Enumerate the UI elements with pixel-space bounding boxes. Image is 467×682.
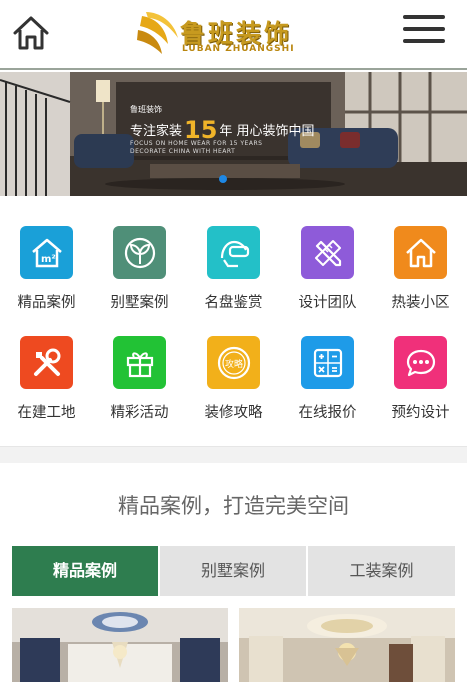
nav-icon-box xyxy=(394,336,447,389)
page: 鲁班装饰 LUBAN ZHUANGSHI 鲁班装饰 专注家装15 年 用心装饰中… xyxy=(0,0,467,682)
nav-icon-box xyxy=(207,226,260,279)
banner-english-line-1: FOCUS ON HOME WEAR FOR 15 YEARS xyxy=(130,140,263,147)
nav-item-label: 热装小区 xyxy=(391,295,450,311)
nav-icon-grid: m² 精品案例 别墅案例 名盘鉴赏 设计团队 热装小区 在建工地 精彩活动 攻略… xyxy=(0,214,467,432)
carousel-indicator-dot[interactable] xyxy=(219,175,227,183)
logo-english-text: LUBAN ZHUANGSHI xyxy=(182,44,295,54)
nav-item-fine-cases[interactable]: m² 精品案例 xyxy=(0,214,93,314)
menu-button[interactable] xyxy=(401,12,447,46)
nav-icon-box xyxy=(394,226,447,279)
tab-fine-cases[interactable]: 精品案例 xyxy=(12,546,158,596)
case-thumbnail-image xyxy=(239,608,455,682)
svg-text:m²: m² xyxy=(41,254,56,265)
banner-slogan-post: 年 用心装饰中国 xyxy=(219,124,315,139)
nav-item-label: 设计团队 xyxy=(298,295,357,311)
home-button[interactable] xyxy=(12,14,50,52)
banner-slogan-pre: 专注家装 xyxy=(130,124,183,139)
guide-badge-text: 攻略 xyxy=(225,358,243,370)
case-tabs: 精品案例 别墅案例 工装案例 xyxy=(12,546,455,596)
nav-icon-box xyxy=(301,226,354,279)
nav-item-label: 预约设计 xyxy=(391,405,450,421)
nav-item-decoration-guide[interactable]: 攻略 装修攻略 xyxy=(187,324,280,424)
guide-badge-icon: 攻略 xyxy=(217,346,250,379)
tools-icon xyxy=(33,348,60,376)
nav-item-label: 别墅案例 xyxy=(110,295,169,311)
calculator-icon xyxy=(313,348,342,377)
nav-item-villa-cases[interactable]: 别墅案例 xyxy=(93,214,186,314)
vr-headset-icon xyxy=(220,240,249,267)
nav-icon-box xyxy=(20,336,73,389)
nav-item-label: 精品案例 xyxy=(17,295,76,311)
nav-icon-box xyxy=(301,336,354,389)
section-divider xyxy=(0,446,467,463)
nav-icon-box: 攻略 xyxy=(207,336,260,389)
nav-item-label: 名盘鉴赏 xyxy=(204,295,263,311)
section-title: 精品案例，打造完美空间 xyxy=(118,494,349,518)
nav-icon-box xyxy=(113,336,166,389)
banner-carousel[interactable]: 鲁班装饰 专注家装15 年 用心装饰中国 FOCUS ON HOME WEAR F… xyxy=(0,72,467,196)
logo[interactable]: 鲁班装饰 LUBAN ZHUANGSHI xyxy=(136,10,308,60)
menu-icon xyxy=(403,15,445,43)
nav-item-label: 精彩活动 xyxy=(110,405,169,421)
header: 鲁班装饰 LUBAN ZHUANGSHI xyxy=(0,0,467,70)
logo-swoosh-icon xyxy=(137,12,178,54)
nav-item-label: 在建工地 xyxy=(17,405,76,421)
case-thumbnail[interactable] xyxy=(12,608,228,682)
case-thumbnail[interactable] xyxy=(239,608,455,682)
house-m2-icon: m² xyxy=(31,238,62,267)
nav-item-label: 装修攻略 xyxy=(204,405,263,421)
chat-bubble-icon xyxy=(406,349,435,376)
banner-english-line-2: DECORATE CHINA WITH HEART xyxy=(130,148,236,155)
leaf-icon xyxy=(124,237,155,268)
home-icon xyxy=(13,16,49,50)
banner-brand: 鲁班装饰 xyxy=(130,105,162,114)
nav-item-hot-communities[interactable]: 热装小区 xyxy=(374,214,467,314)
case-thumbnails xyxy=(12,608,455,682)
nav-item-events[interactable]: 精彩活动 xyxy=(93,324,186,424)
nav-item-online-quote[interactable]: 在线报价 xyxy=(281,324,374,424)
gift-icon xyxy=(126,351,153,377)
nav-item-design-team[interactable]: 设计团队 xyxy=(281,214,374,314)
nav-item-book-design[interactable]: 预约设计 xyxy=(374,324,467,424)
nav-item-construction-sites[interactable]: 在建工地 xyxy=(0,324,93,424)
tab-villa-cases[interactable]: 别墅案例 xyxy=(160,546,306,596)
nav-item-famous-estates[interactable]: 名盘鉴赏 xyxy=(187,214,280,314)
nav-icon-box xyxy=(113,226,166,279)
nav-item-label: 在线报价 xyxy=(298,405,357,421)
pencil-ruler-icon xyxy=(314,239,341,266)
tab-commercial-cases[interactable]: 工装案例 xyxy=(308,546,455,596)
case-thumbnail-image xyxy=(12,608,228,682)
home-outline-icon xyxy=(405,238,436,267)
nav-icon-box: m² xyxy=(20,226,73,279)
